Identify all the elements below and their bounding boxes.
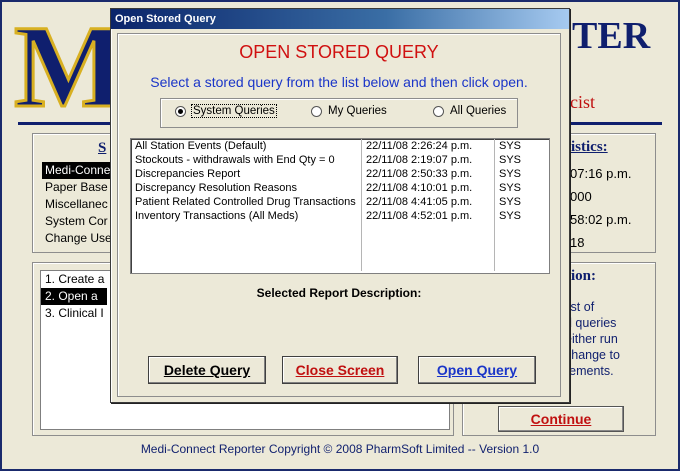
query-owner: SYS — [499, 196, 522, 208]
query-filter-group: System Queries My Queries All Queries — [160, 98, 518, 128]
query-name: All Station Events (Default) — [131, 139, 362, 153]
dialog-title-bar[interactable]: Open Stored Query — [111, 9, 569, 29]
table-row[interactable]: Patient Related Controlled Drug Transact… — [131, 195, 549, 209]
query-owner: SYS — [499, 182, 522, 194]
query-name: Stockouts - withdrawals with End Qty = 0 — [131, 153, 362, 167]
query-date: 22/11/08 2:19:07 p.m. — [362, 153, 495, 167]
radio-all-queries[interactable]: All Queries — [433, 105, 506, 117]
query-owner: SYS — [499, 140, 522, 152]
stored-query-list[interactable]: All Station Events (Default) 22/11/08 2:… — [130, 138, 550, 274]
description-line: rements. — [565, 364, 614, 378]
description-line: change to — [565, 348, 620, 362]
query-owner: SYS — [499, 210, 522, 222]
query-name: Discrepancy Resolution Reasons — [131, 181, 362, 195]
query-date: 22/11/08 4:41:05 p.m. — [362, 195, 495, 209]
query-owner: SYS — [499, 168, 522, 180]
query-date: 22/11/08 4:10:01 p.m. — [362, 181, 495, 195]
query-name: Discrepancies Report — [131, 167, 362, 181]
description-line: d queries — [565, 316, 617, 330]
query-name: Inventory Transactions (All Meds) — [131, 209, 362, 223]
radio-my-queries[interactable]: My Queries — [311, 105, 387, 117]
radio-label: System Queries — [191, 104, 277, 118]
stat-value: 000 — [570, 189, 592, 204]
description-line: either run — [565, 332, 618, 346]
column-divider — [131, 223, 362, 271]
dialog-heading: OPEN STORED QUERY — [239, 42, 439, 62]
query-owner: SYS — [499, 154, 522, 166]
dialog-instruction: Select a stored query from the list belo… — [150, 74, 528, 90]
table-row[interactable]: Stockouts - withdrawals with End Qty = 0… — [131, 153, 549, 167]
stat-value: 07:16 p.m. — [570, 166, 632, 181]
stat-value: 58:02 p.m. — [570, 212, 632, 227]
list-empty-area — [131, 223, 549, 271]
delete-query-button[interactable]: Delete Query — [148, 356, 266, 384]
query-name: Patient Related Controlled Drug Transact… — [131, 195, 362, 209]
query-date: 22/11/08 2:50:33 p.m. — [362, 167, 495, 181]
query-date: 22/11/08 2:26:24 p.m. — [362, 139, 495, 153]
stat-value: 18 — [570, 235, 585, 250]
app-title-fragment: TER — [572, 15, 651, 57]
left-panel-heading: S — [98, 140, 107, 156]
description-text: list of d queries either run change to r… — [565, 299, 620, 379]
app-logo: M — [12, 1, 126, 132]
dialog-body: OPEN STORED QUERY Select a stored query … — [117, 33, 561, 397]
continue-button[interactable]: Continue — [498, 406, 624, 432]
copyright-footer: Medi-Connect Reporter Copyright © 2008 P… — [140, 442, 540, 456]
table-row[interactable]: Discrepancies Report 22/11/08 2:50:33 p.… — [131, 167, 549, 181]
column-divider — [362, 223, 495, 271]
open-query-button[interactable]: Open Query — [418, 356, 536, 384]
radio-unselected-icon[interactable] — [311, 105, 322, 117]
description-line: list of — [565, 300, 595, 314]
table-row[interactable]: All Station Events (Default) 22/11/08 2:… — [131, 139, 549, 153]
radio-unselected-icon[interactable] — [433, 105, 444, 117]
open-stored-query-dialog: Open Stored Query OPEN STORED QUERY Sele… — [110, 8, 570, 403]
list-item[interactable]: 2. Open a — [41, 288, 107, 305]
statistics-values: 07:16 p.m. 000 58:02 p.m. 18 — [570, 162, 631, 254]
radio-system-queries[interactable]: System Queries — [175, 104, 277, 118]
table-row[interactable]: Inventory Transactions (All Meds) 22/11/… — [131, 209, 549, 223]
close-screen-button[interactable]: Close Screen — [282, 356, 398, 384]
app-subtitle-fragment: cist — [570, 92, 595, 112]
table-row[interactable]: Discrepancy Resolution Reasons 22/11/08 … — [131, 181, 549, 195]
statistics-heading: tistics: — [566, 139, 608, 155]
query-date: 22/11/08 4:52:01 p.m. — [362, 209, 495, 223]
description-heading: tion: — [566, 268, 596, 284]
radio-label: My Queries — [328, 105, 387, 117]
radio-label: All Queries — [450, 105, 507, 117]
radio-selected-icon[interactable] — [175, 105, 186, 117]
selected-report-description-label: Selected Report Description: — [256, 286, 422, 300]
